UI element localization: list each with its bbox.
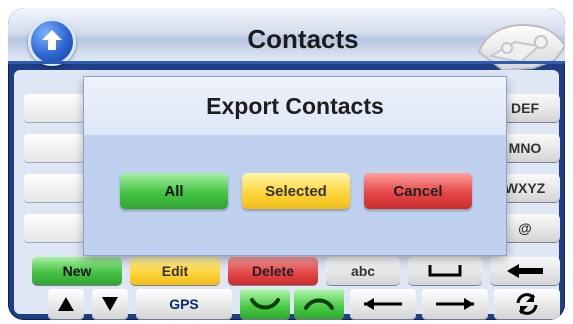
call-hangup-button[interactable]: [294, 289, 344, 319]
selected-button[interactable]: Selected: [242, 173, 350, 209]
gps-button[interactable]: GPS: [136, 289, 232, 319]
call-answer-button[interactable]: [240, 289, 290, 319]
dialog-title: Export Contacts: [206, 93, 384, 119]
space-icon: [428, 265, 462, 277]
move-up-button[interactable]: [48, 289, 84, 319]
arrow-right-icon: [436, 298, 474, 310]
up-arrow-icon: [42, 30, 62, 50]
contact-row-2[interactable]: [24, 134, 84, 162]
title-bar: Contacts: [8, 8, 565, 72]
export-contacts-dialog: Export Contacts All Selected Cancel: [84, 77, 506, 255]
gps-label: GPS: [169, 296, 199, 312]
move-down-button[interactable]: [92, 289, 128, 319]
contact-row-1[interactable]: [24, 94, 84, 122]
phone-icon: [477, 24, 565, 72]
space-button[interactable]: [408, 257, 482, 285]
triangle-down-icon: [102, 297, 118, 311]
new-button[interactable]: New: [32, 257, 122, 285]
page-title: Contacts: [247, 24, 359, 54]
backspace-button[interactable]: [490, 257, 560, 285]
triangle-up-icon: [58, 297, 74, 311]
refresh-button[interactable]: [494, 289, 560, 319]
cancel-button[interactable]: Cancel: [364, 173, 472, 209]
arrow-left-icon: [364, 298, 402, 310]
delete-button[interactable]: Delete: [228, 257, 318, 285]
edit-button[interactable]: Edit: [130, 257, 220, 285]
contact-row-4[interactable]: [24, 214, 84, 242]
call-hangup-icon: [304, 298, 334, 310]
refresh-icon: [516, 293, 538, 315]
all-button[interactable]: All: [120, 173, 228, 209]
contact-row-3[interactable]: [24, 174, 84, 202]
call-answer-icon: [250, 298, 280, 310]
dialog-header: Export Contacts: [84, 77, 506, 135]
backspace-icon: [507, 264, 543, 278]
abc-button[interactable]: abc: [326, 257, 400, 285]
left-arrow-button[interactable]: [350, 289, 416, 319]
home-button[interactable]: [28, 18, 76, 66]
right-arrow-button[interactable]: [422, 289, 488, 319]
